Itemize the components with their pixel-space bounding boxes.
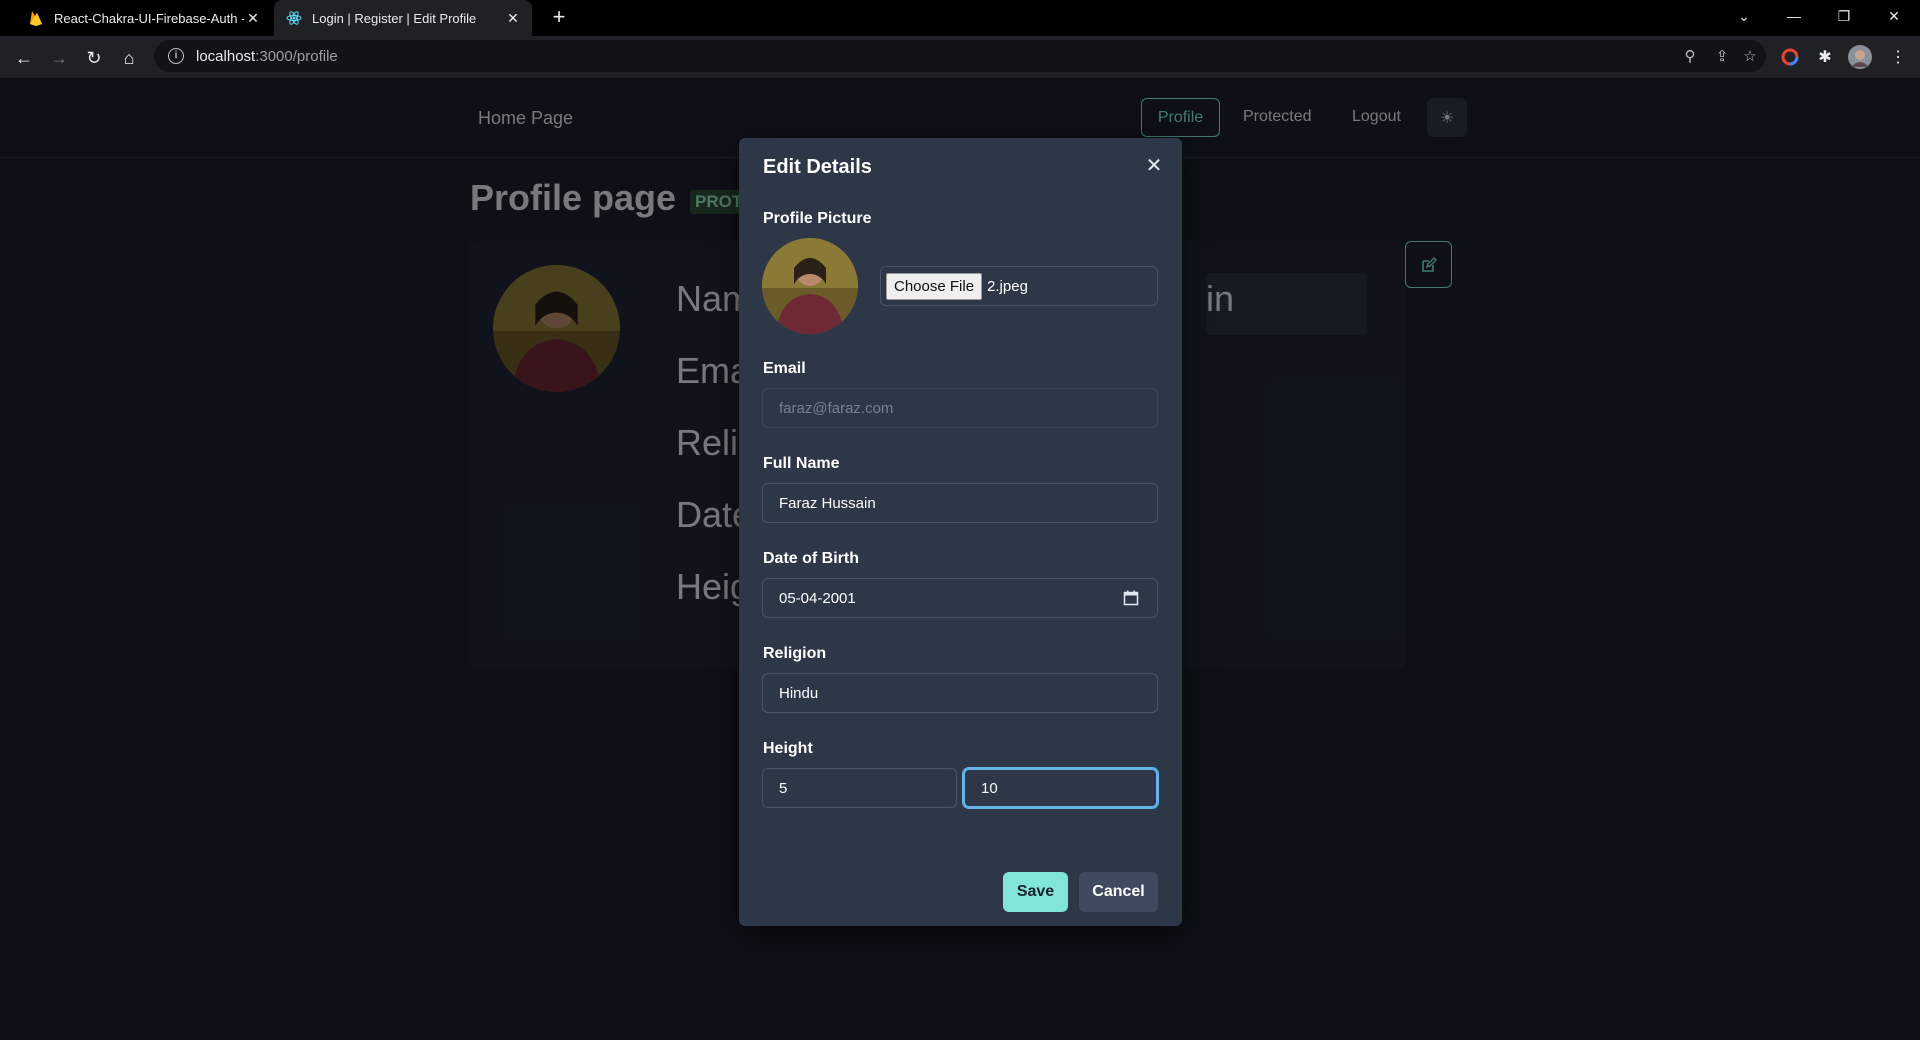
reload-icon[interactable]: ↻: [80, 44, 108, 72]
religion-label: Religion: [763, 645, 827, 662]
close-window-button[interactable]: ✕: [1872, 0, 1916, 32]
religion-field[interactable]: Hindu: [762, 673, 1158, 713]
share-icon[interactable]: ⇪: [1710, 40, 1734, 72]
browser-tab-bar: React-Chakra-UI-Firebase-Auth - ✕ Login …: [0, 0, 1920, 36]
email-value: faraz@faraz.com: [779, 399, 894, 417]
browser-tab-active[interactable]: Login | Register | Edit Profile ✕: [274, 0, 532, 36]
selected-file-name: 2.jpeg: [987, 277, 1028, 295]
height-feet-value: 5: [779, 779, 788, 797]
full-name-label: Full Name: [763, 455, 840, 472]
edit-details-modal: Edit Details ✕ Profile Picture Choose Fi…: [739, 138, 1182, 926]
email-field: faraz@faraz.com: [762, 388, 1158, 428]
cancel-button[interactable]: Cancel: [1079, 872, 1158, 912]
react-icon: [286, 10, 302, 26]
full-name-value: Faraz Hussain: [779, 494, 876, 512]
bookmark-star-icon[interactable]: ☆: [1738, 40, 1762, 72]
religion-value: Hindu: [779, 684, 819, 702]
height-inches-field[interactable]: 10: [963, 768, 1158, 808]
forward-icon[interactable]: →: [45, 44, 73, 72]
height-inches-value: 10: [981, 779, 998, 797]
profile-picture-file-input[interactable]: Choose File 2.jpeg: [880, 266, 1158, 306]
firebase-icon: [28, 10, 44, 26]
extensions-puzzle-icon[interactable]: ✱: [1813, 45, 1837, 69]
extension-icon[interactable]: [1778, 45, 1802, 69]
minimize-button[interactable]: —: [1772, 0, 1816, 32]
profile-picture-preview: [762, 238, 858, 334]
new-tab-button[interactable]: +: [546, 6, 572, 30]
site-info-icon[interactable]: i: [168, 48, 184, 64]
browser-tab[interactable]: React-Chakra-UI-Firebase-Auth - ✕: [16, 0, 272, 36]
email-label: Email: [763, 360, 806, 377]
modal-title: Edit Details: [763, 156, 872, 178]
profile-picture-label: Profile Picture: [763, 210, 872, 227]
profile-avatar-icon[interactable]: [1848, 45, 1872, 69]
calendar-icon[interactable]: [1123, 590, 1139, 606]
save-button[interactable]: Save: [1003, 872, 1068, 912]
close-tab-icon[interactable]: ✕: [244, 9, 262, 27]
tab-title: Login | Register | Edit Profile: [312, 10, 477, 26]
height-label: Height: [763, 740, 813, 757]
back-icon[interactable]: ←: [10, 44, 38, 72]
full-name-field[interactable]: Faraz Hussain: [762, 483, 1158, 523]
zoom-icon[interactable]: ⚲: [1678, 40, 1702, 72]
close-icon[interactable]: ✕: [1139, 150, 1169, 180]
tab-title: React-Chakra-UI-Firebase-Auth -: [54, 10, 244, 26]
choose-file-button[interactable]: Choose File: [886, 272, 983, 300]
height-feet-field[interactable]: 5: [762, 768, 957, 808]
tab-search-icon[interactable]: ⌄: [1722, 0, 1766, 32]
url-field[interactable]: i localhost:3000/profile ⚲ ⇪ ☆: [154, 40, 1766, 72]
address-bar: ← → ↻ ⌂ i localhost:3000/profile ⚲ ⇪ ☆ ✱…: [0, 36, 1920, 78]
date-of-birth-field[interactable]: 05-04-2001: [762, 578, 1158, 618]
dob-label: Date of Birth: [763, 550, 859, 567]
restore-button[interactable]: ❐: [1822, 0, 1866, 32]
menu-kebab-icon[interactable]: ⋮: [1886, 45, 1910, 69]
url-host: localhost: [196, 47, 256, 65]
dob-value: 05-04-2001: [779, 589, 856, 607]
url-path: :3000/profile: [255, 47, 338, 65]
home-icon[interactable]: ⌂: [115, 44, 143, 72]
close-tab-icon[interactable]: ✕: [504, 9, 522, 27]
